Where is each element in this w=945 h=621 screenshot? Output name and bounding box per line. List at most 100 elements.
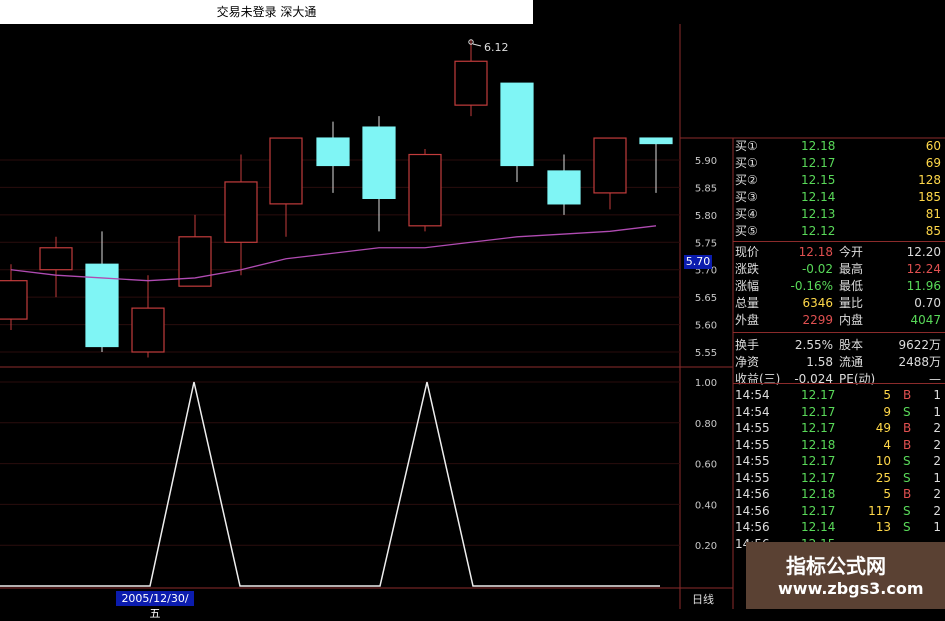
stat-label: 净资 [735,355,760,369]
candlesticks[interactable] [0,39,673,358]
tick-price: 12.17 [801,454,836,468]
tick-price: 12.17 [801,421,836,435]
tick-count: 1 [933,520,941,534]
candle-body [362,126,396,200]
tick-time: 14:55 [735,470,770,485]
current-price-marker: 5.70 [684,255,712,269]
level-price: 12.15 [801,173,836,187]
price-tick-label: 5.75 [695,238,717,249]
indicator-axis: 0.20 0.40 0.60 0.80 1.00 [695,378,717,552]
indicator-tick-label: 0.60 [695,460,717,471]
tick-count: 2 [933,421,941,435]
tick-row[interactable]: 14:56 12.17 117 S 2 [733,503,945,520]
tick-row[interactable]: 14:55 12.18 4 B 2 [733,437,945,454]
tick-side: B [903,421,912,435]
candle-body [316,137,350,167]
price-tick-label: 5.90 [695,156,717,167]
stat-row: 收益(三) -0.024 PE(动) — [733,371,945,388]
stat-row: 换手 2.55% 股本 9622万 [733,337,945,354]
tick-price: 12.17 [801,470,836,485]
candle-body [454,60,488,106]
tick-side: B [903,487,912,501]
quote-panel: 买① 12.18 60 买① 12.17 69 买② 12.15 128 买③ 12.14 185 买④… [733,138,945,609]
level-volume: 128 [918,173,941,187]
tick-side: S [903,520,911,534]
tick-count: 1 [933,404,941,419]
level-price: 12.13 [801,207,836,221]
stat-row: 净资 1.58 流通 2488万 [733,354,945,371]
level-volume: 81 [925,207,941,221]
stat-value: 9622万 [898,338,941,352]
stat-label: 量比 [839,296,864,310]
tick-side: S [903,454,911,468]
watermark-title: 指标公式网 [786,554,886,578]
candle-body [639,137,673,145]
level-volume: 69 [925,156,941,170]
tick-time: 14:55 [735,421,770,435]
price-tick-label: 5.85 [695,183,717,194]
tick-row[interactable]: 14:55 12.17 25 S 1 [733,470,945,487]
orderbook-row: 买① 12.18 60 [733,138,945,155]
stat-value: -0.024 [794,372,833,386]
candle-body [547,170,581,205]
watermark-banner: 指标公式网 www.zbgs3.com [746,542,945,609]
level-label: 买② [735,173,758,187]
candle-body [500,82,534,167]
tick-price: 12.17 [801,503,836,518]
orderbook-row: 买③ 12.14 185 [733,189,945,206]
tick-row[interactable]: 14:56 12.14 13 S 1 [733,519,945,536]
tick-time: 14:56 [735,503,770,518]
stat-label: 最低 [839,279,864,293]
stat-value: 1.58 [806,355,833,369]
indicator-tick-label: 0.20 [695,541,717,552]
stat-value: 0.70 [914,296,941,310]
price-tick-label: 5.80 [695,211,717,222]
tick-price: 12.17 [801,388,836,402]
stat-label: 股本 [839,338,864,352]
stat-value: -0.02 [801,262,833,276]
tick-side: S [903,404,911,419]
indicator-tick-label: 0.40 [695,500,717,511]
orderbook-row: 买④ 12.13 81 [733,206,945,223]
stat-value: -0.16% [790,279,833,293]
tick-volume: 49 [875,421,891,435]
tick-volume: 10 [875,454,891,468]
level-label: 买⑤ [735,224,758,238]
candle-body [0,280,28,320]
tick-price: 12.18 [801,437,836,452]
stat-row: 现价 12.18 今开 12.20 [733,244,945,261]
level-price: 12.14 [801,190,836,204]
candle-body [39,247,73,271]
tick-volume: 5 [883,388,891,402]
level-price: 12.12 [801,224,836,238]
stat-label: 换手 [735,338,760,352]
tick-price: 12.17 [801,404,836,419]
divider [733,383,945,384]
tick-count: 1 [933,388,941,402]
stat-row: 涨跌 -0.02 最高 12.24 [733,261,945,278]
tick-volume: 117 [868,503,891,518]
tick-row[interactable]: 14:54 12.17 5 B 1 [733,387,945,404]
tick-volume: 13 [875,520,891,534]
tick-side: B [903,388,912,402]
tick-row[interactable]: 14:55 12.17 49 B 2 [733,420,945,437]
tick-side: B [903,437,912,452]
high-marker: 6.12 [468,39,509,54]
stat-label: 今开 [839,245,864,259]
period-label[interactable]: 日线 [692,591,714,607]
candle-body [269,137,303,205]
signal-path [0,381,660,587]
level-label: 买① [735,156,758,170]
tick-time: 14:56 [735,487,770,501]
indicator-tick-label: 1.00 [695,378,717,389]
tick-row[interactable]: 14:54 12.17 9 S 1 [733,404,945,421]
candle-body [131,307,165,353]
stat-label: PE(动) [839,372,876,386]
tick-row[interactable]: 14:55 12.17 10 S 2 [733,453,945,470]
level-label: 买① [735,139,758,153]
indicator-signal-line [0,381,660,587]
candle-body [224,181,258,243]
stat-value: 12.20 [906,245,941,259]
level-label: 买④ [735,207,758,221]
tick-row[interactable]: 14:56 12.18 5 B 2 [733,486,945,503]
